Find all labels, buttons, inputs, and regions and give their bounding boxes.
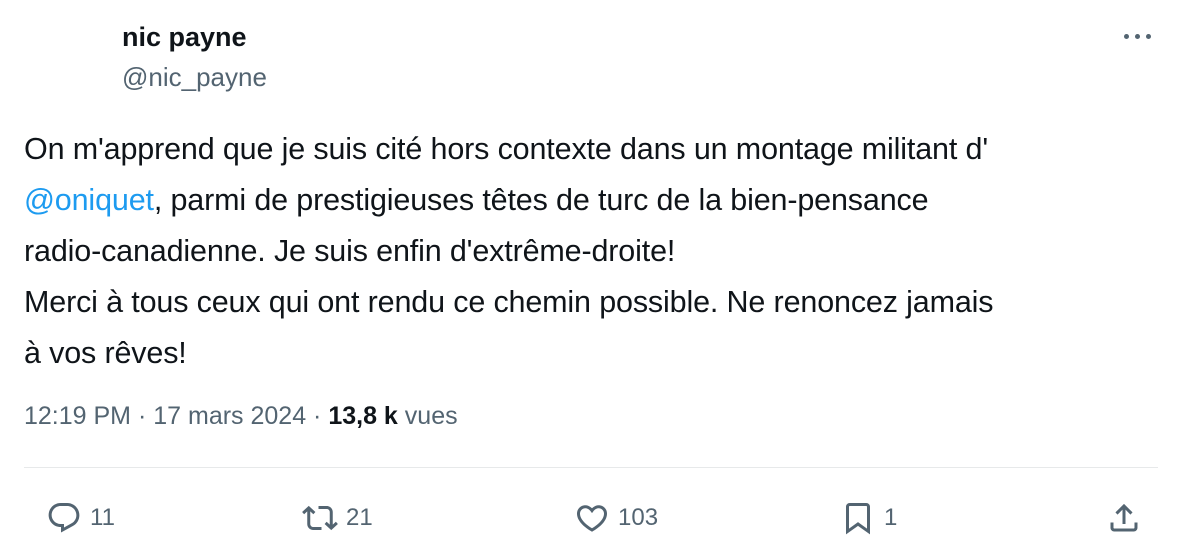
heart-icon [576,505,608,532]
views-count: 13,8 k [328,402,398,430]
reply-button[interactable]: 11 [46,498,115,538]
meta-separator: · [306,402,329,430]
tweet-date[interactable]: 17 mars 2024 [153,402,306,430]
tweet-text: On m'apprend que je suis cité hors conte… [24,124,1164,379]
tweet-line-2-text: , parmi de prestigieuses têtes de turc d… [153,183,929,217]
reply-icon [48,503,80,533]
tweet-line-4: Merci à tous ceux qui ont rendu ce chemi… [24,285,994,319]
views-label: vues [397,402,458,430]
bookmark-count: 1 [884,504,898,531]
mention-link[interactable]: @oniquet [24,183,154,217]
tweet-line-2: @oniquet, parmi de prestigieuses têtes d… [24,175,1164,226]
meta-separator: · [131,402,154,430]
like-button[interactable]: 103 [574,498,658,538]
tweet-line-5: à vos rêves! [24,336,187,370]
share-icon [1110,503,1138,532]
tweet-line-3: radio-canadienne. Je suis enfin d'extrêm… [24,234,676,268]
bookmark-icon [846,503,870,535]
repost-button[interactable]: 21 [302,498,373,538]
author-name[interactable]: nic payne [122,20,247,54]
tweet-line-1: On m'apprend que je suis cité hors conte… [24,132,988,166]
avatar[interactable] [24,16,104,96]
divider [24,467,1158,468]
author-handle[interactable]: @nic_payne [122,60,267,94]
like-count: 103 [618,504,659,531]
tweet-card: nic payne @nic_payne On m'apprend que je… [0,0,1188,556]
tweet-time[interactable]: 12:19 PM [24,402,131,430]
repost-icon [302,505,338,531]
more-icon[interactable] [1120,26,1156,46]
reply-count: 11 [90,504,115,531]
bookmark-button[interactable]: 1 [840,498,897,538]
repost-count: 21 [346,504,373,531]
tweet-meta: 12:19 PM · 17 mars 2024 · 13,8 k vues [24,396,458,436]
share-button[interactable] [1106,498,1142,538]
